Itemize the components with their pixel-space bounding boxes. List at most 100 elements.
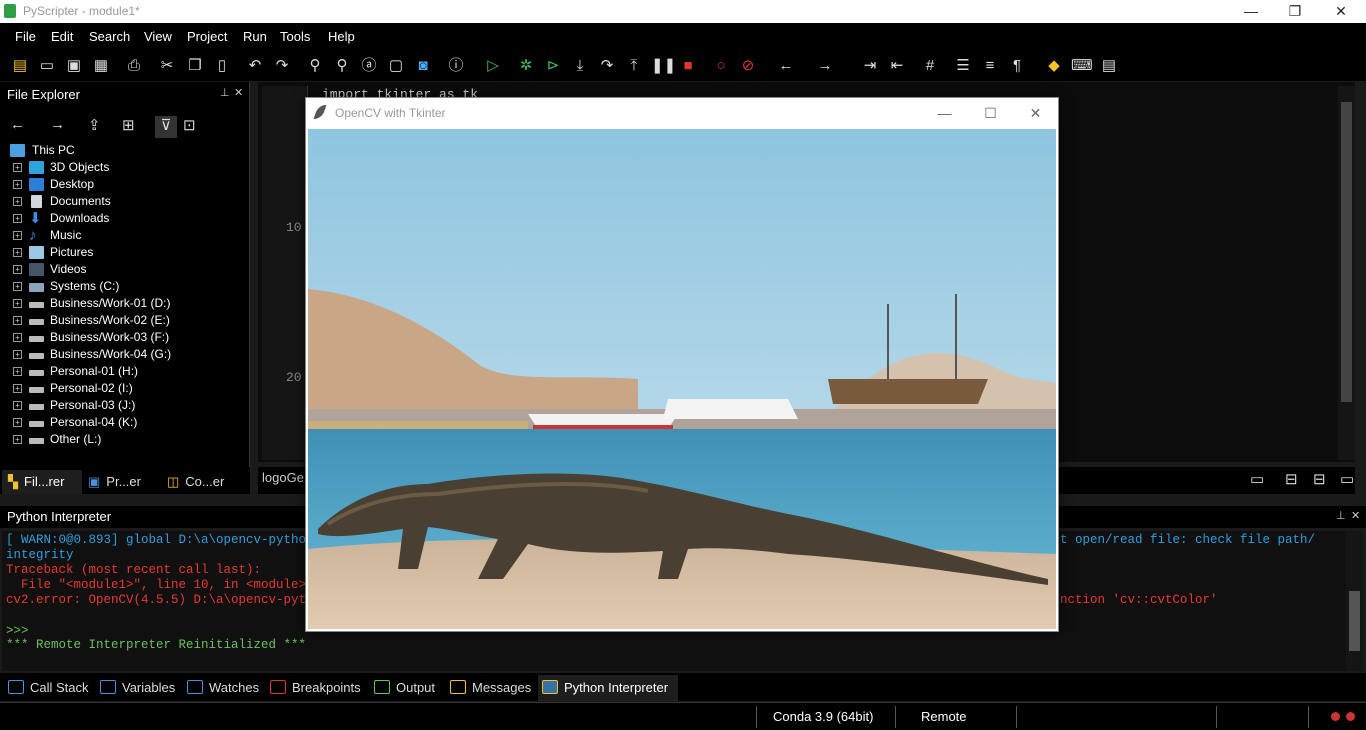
menu-tools[interactable]: Tools <box>280 29 310 44</box>
explorer-back-icon[interactable]: ← <box>10 116 25 138</box>
explorer-new-folder-icon[interactable]: ⊡ <box>183 116 196 138</box>
tab-watches[interactable]: Watches <box>187 677 259 699</box>
info-icon[interactable]: ⓘ <box>446 56 466 76</box>
close-button[interactable]: ✕ <box>1318 0 1364 23</box>
replace-icon[interactable]: ⓐ <box>359 56 379 76</box>
whitespace-icon[interactable]: ¶ <box>1007 56 1027 76</box>
find-icon[interactable]: ⚲ <box>305 56 325 76</box>
tab-project-explorer[interactable]: ▣ Pr...er <box>88 470 164 494</box>
tree-item[interactable]: + Pictures <box>0 244 250 261</box>
python-icon[interactable]: ◆ <box>1044 56 1064 76</box>
minimize-button[interactable]: — <box>1228 0 1274 23</box>
menu-view[interactable]: View <box>144 29 172 44</box>
save-icon[interactable]: ▣ <box>64 56 84 76</box>
dedent-icon[interactable]: ⇤ <box>887 56 907 76</box>
step-out-icon[interactable]: ⤒ <box>624 56 644 76</box>
explorer-forward-icon[interactable]: → <box>50 116 65 138</box>
expand-icon[interactable]: + <box>13 367 22 376</box>
tk-maximize-button[interactable]: ☐ <box>968 100 1013 126</box>
pause-icon[interactable]: ❚❚ <box>651 56 676 76</box>
tree-item-this-pc[interactable]: This PC <box>0 142 250 159</box>
prev-tab-icon[interactable]: ⊟ <box>1285 470 1298 488</box>
panel-close-icon[interactable]: ✕ <box>1351 509 1360 522</box>
expand-icon[interactable]: + <box>13 180 22 189</box>
window-layout-icon[interactable]: ▭ <box>1250 470 1264 488</box>
tree-item[interactable]: + Desktop <box>0 176 250 193</box>
back-icon[interactable]: ← <box>776 56 796 76</box>
toggle-breakpoint-icon[interactable]: ○ <box>711 56 731 76</box>
editor-scrollbar[interactable] <box>1338 86 1355 460</box>
step-into-icon[interactable]: ⤓ <box>570 56 590 76</box>
expand-icon[interactable]: + <box>13 384 22 393</box>
tree-item[interactable]: +3D Objects <box>0 159 250 176</box>
menu-project[interactable]: Project <box>187 29 227 44</box>
tab-messages[interactable]: Messages <box>450 677 531 699</box>
next-tab-icon[interactable]: ⊟ <box>1313 470 1326 488</box>
print-icon[interactable]: ⎙ <box>124 56 144 76</box>
scrollbar-thumb[interactable] <box>1341 102 1352 402</box>
forward-icon[interactable]: → <box>815 56 835 76</box>
menu-edit[interactable]: Edit <box>51 29 73 44</box>
explorer-filter-icon[interactable]: ⊽ <box>155 116 177 138</box>
tree-item[interactable]: + Systems (C:) <box>0 278 250 295</box>
console-scrollbar[interactable] <box>1346 531 1363 671</box>
menu-help[interactable]: Help <box>328 29 355 44</box>
tree-item[interactable]: + Business/Work-04 (G:) <box>0 346 250 363</box>
clear-breakpoints-icon[interactable]: ⊘ <box>738 56 758 76</box>
wrap-icon[interactable]: ≡ <box>980 56 1000 76</box>
undo-icon[interactable]: ↶ <box>245 56 265 76</box>
opencv-tkinter-window[interactable]: OpenCV with Tkinter — ☐ ✕ <box>305 97 1059 632</box>
indent-icon[interactable]: ⇥ <box>860 56 880 76</box>
tree-item[interactable]: + ♪ Music <box>0 227 250 244</box>
tree-item[interactable]: + Personal-03 (J:) <box>0 397 250 414</box>
run-to-cursor-icon[interactable]: ⊳ <box>543 56 563 76</box>
stop-icon[interactable]: ■ <box>678 56 698 76</box>
keyboard-icon[interactable]: ⌨ <box>1071 56 1093 76</box>
open-file-icon[interactable]: ▭ <box>37 56 57 76</box>
tree-item[interactable]: + Documents <box>0 193 250 210</box>
tree-item[interactable]: + Other (L:) <box>0 431 250 448</box>
tree-item[interactable]: + ⬇ Downloads <box>0 210 250 227</box>
menu-file[interactable]: File <box>15 29 36 44</box>
tk-minimize-button[interactable]: — <box>922 100 967 126</box>
expand-icon[interactable]: + <box>13 401 22 410</box>
menu-run[interactable]: Run <box>243 29 267 44</box>
tree-item[interactable]: + Personal-01 (H:) <box>0 363 250 380</box>
find-in-files-icon[interactable]: ▢ <box>386 56 406 76</box>
maximize-button[interactable]: ❐ <box>1272 0 1318 23</box>
expand-icon[interactable]: + <box>13 214 22 223</box>
panel-close-icon[interactable]: ✕ <box>234 86 243 99</box>
tab-file-explorer[interactable]: ▚ Fil...rer <box>2 470 82 494</box>
tree-item[interactable]: + Videos <box>0 261 250 278</box>
tree-item[interactable]: + Business/Work-03 (F:) <box>0 329 250 346</box>
goto-icon[interactable]: ◙ <box>413 56 433 76</box>
tk-close-button[interactable]: ✕ <box>1013 100 1058 126</box>
expand-icon[interactable]: + <box>13 316 22 325</box>
comment-icon[interactable]: # <box>920 56 940 76</box>
expand-icon[interactable]: + <box>13 197 22 206</box>
copy-icon[interactable]: ❐ <box>185 56 205 76</box>
pin-icon[interactable]: ⊥ <box>1336 509 1346 522</box>
cut-icon[interactable]: ✂ <box>157 56 177 76</box>
engine-mode-status[interactable]: Remote <box>921 709 967 724</box>
redo-icon[interactable]: ↷ <box>272 56 292 76</box>
save-all-icon[interactable]: ▦ <box>91 56 111 76</box>
tab-call-stack[interactable]: Call Stack <box>8 677 89 699</box>
expand-icon[interactable]: + <box>13 231 22 240</box>
tab-output[interactable]: Output <box>374 677 435 699</box>
expand-icon[interactable]: + <box>13 299 22 308</box>
run-icon[interactable]: ▷ <box>483 56 503 76</box>
expand-icon[interactable]: + <box>13 333 22 342</box>
expand-icon[interactable]: + <box>13 418 22 427</box>
scrollbar-thumb[interactable] <box>1349 591 1360 651</box>
expand-icon[interactable]: + <box>13 163 22 172</box>
tree-item[interactable]: + Personal-02 (I:) <box>0 380 250 397</box>
step-over-icon[interactable]: ↷ <box>597 56 617 76</box>
editor-tab-label[interactable]: logoGe <box>262 470 304 485</box>
python-env-status[interactable]: Conda 3.9 (64bit) <box>773 709 873 724</box>
new-file-icon[interactable]: ▤ <box>10 56 30 76</box>
list-icon[interactable]: ☰ <box>953 56 973 76</box>
debug-icon[interactable]: ✲ <box>516 56 536 76</box>
expand-icon[interactable]: + <box>13 435 22 444</box>
tree-item[interactable]: + Business/Work-02 (E:) <box>0 312 250 329</box>
